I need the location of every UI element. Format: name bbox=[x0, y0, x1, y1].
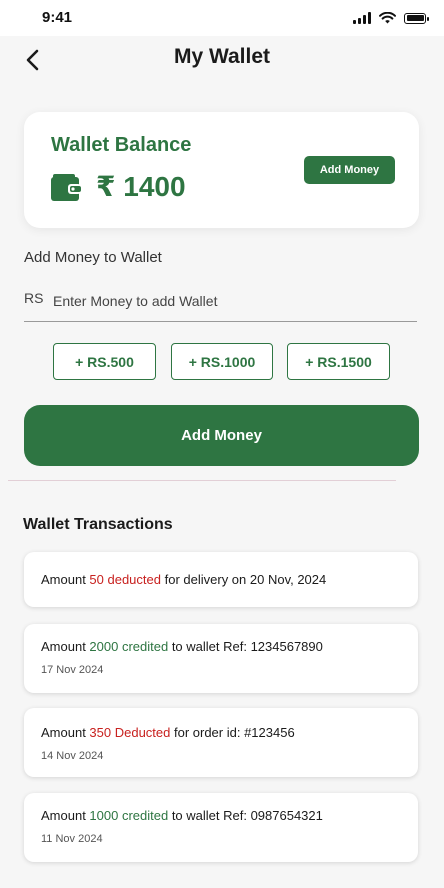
transaction-card[interactable]: Amount 1000 credited to wallet Ref: 0987… bbox=[24, 793, 418, 862]
transaction-card[interactable]: Amount 350 Deducted for order id: #12345… bbox=[24, 708, 418, 777]
status-bar: 9:41 bbox=[0, 0, 444, 36]
status-time: 9:41 bbox=[42, 9, 73, 26]
section-divider bbox=[8, 480, 396, 481]
transaction-description: Amount 1000 credited to wallet Ref: 0987… bbox=[41, 808, 323, 823]
wallet-balance-card: Wallet Balance ₹ 1400 Add Money bbox=[24, 112, 419, 228]
transaction-description: Amount 350 Deducted for order id: #12345… bbox=[41, 725, 295, 740]
wallet-balance-label: Wallet Balance bbox=[51, 134, 192, 156]
transaction-amount: 50 deducted bbox=[89, 572, 161, 587]
add-money-card-button[interactable]: Add Money bbox=[304, 156, 395, 184]
transaction-amount: 2000 credited bbox=[89, 639, 169, 654]
wallet-icon bbox=[51, 174, 81, 201]
add-money-submit-button[interactable]: Add Money bbox=[24, 405, 419, 466]
amount-input[interactable] bbox=[53, 286, 408, 316]
battery-icon bbox=[404, 12, 429, 24]
currency-prefix: RS bbox=[24, 290, 44, 306]
transaction-amount: 1000 credited bbox=[89, 808, 169, 823]
quick-amount-1500-button[interactable]: + RS.1500 bbox=[287, 343, 390, 380]
add-money-section-label: Add Money to Wallet bbox=[24, 249, 162, 266]
page-title: My Wallet bbox=[173, 45, 271, 68]
header: My Wallet bbox=[0, 36, 444, 94]
wifi-icon bbox=[379, 12, 396, 24]
transaction-date: 11 Nov 2024 bbox=[41, 833, 103, 845]
quick-amount-500-button[interactable]: + RS.500 bbox=[53, 343, 156, 380]
amount-input-row: RS bbox=[24, 286, 417, 322]
transaction-card[interactable]: Amount 50 deducted for delivery on 20 No… bbox=[24, 552, 418, 607]
signal-icon bbox=[353, 12, 371, 24]
transaction-amount: 350 Deducted bbox=[89, 725, 171, 740]
transaction-date: 17 Nov 2024 bbox=[41, 664, 104, 676]
status-icons bbox=[353, 12, 429, 24]
transaction-card[interactable]: Amount 2000 credited to wallet Ref: 1234… bbox=[24, 624, 418, 693]
transaction-description: Amount 50 deducted for delivery on 20 No… bbox=[41, 572, 327, 587]
wallet-balance-amount: ₹ 1400 bbox=[96, 171, 186, 202]
transaction-description: Amount 2000 credited to wallet Ref: 1234… bbox=[41, 639, 323, 654]
transactions-title: Wallet Transactions bbox=[23, 516, 173, 533]
quick-amount-1000-button[interactable]: + RS.1000 bbox=[171, 343, 273, 380]
transaction-date: 14 Nov 2024 bbox=[41, 750, 104, 762]
